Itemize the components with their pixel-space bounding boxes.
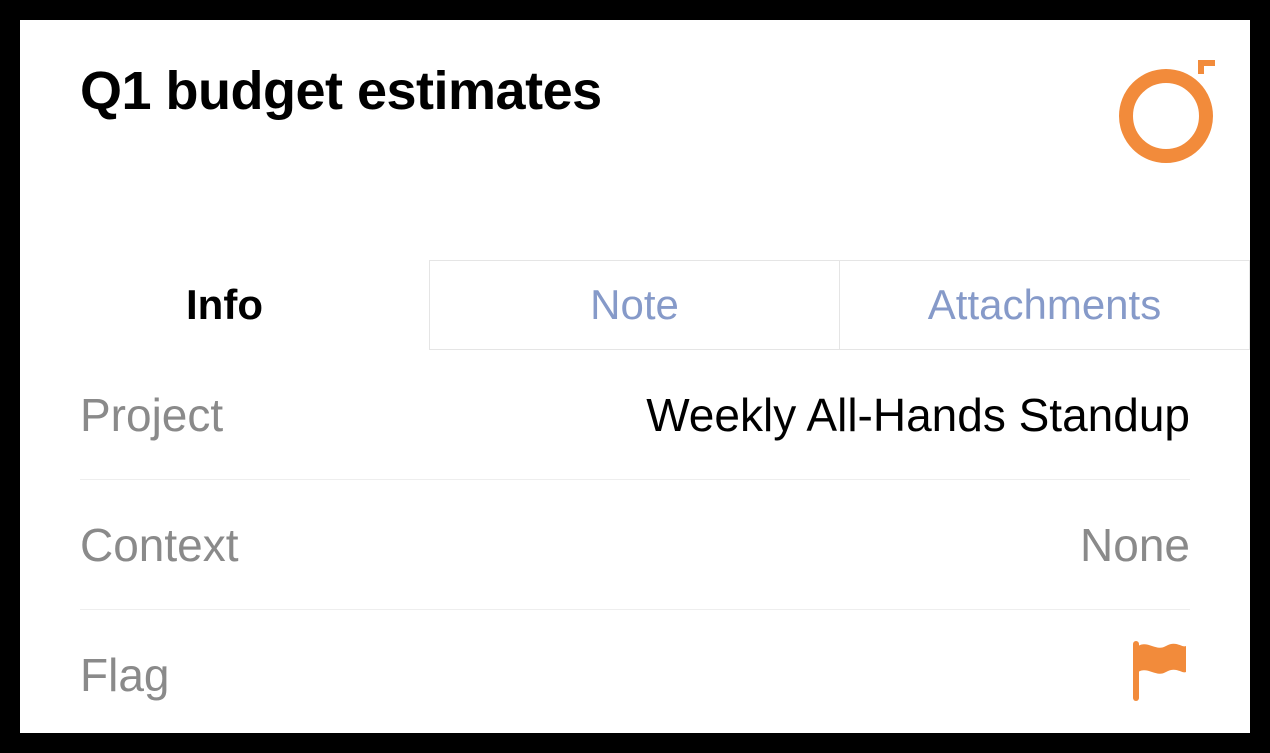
task-title[interactable]: Q1 budget estimates <box>80 60 1190 122</box>
row-context-value: None <box>1080 518 1190 572</box>
row-flag[interactable]: Flag <box>80 610 1190 733</box>
tab-info[interactable]: Info <box>20 260 429 350</box>
info-rows: Project Weekly All-Hands Standup Context… <box>20 350 1250 733</box>
task-detail-panel: Q1 budget estimates Info Note Attachment… <box>20 20 1250 733</box>
task-header: Q1 budget estimates <box>20 20 1250 260</box>
row-context-label: Context <box>80 518 239 572</box>
row-flag-label: Flag <box>80 648 169 702</box>
row-project-value: Weekly All-Hands Standup <box>646 388 1190 442</box>
detail-tabs: Info Note Attachments <box>20 260 1250 350</box>
row-flag-value <box>1126 638 1190 713</box>
completion-ring-flagged-icon[interactable] <box>1112 56 1220 164</box>
flag-icon <box>1126 638 1190 702</box>
row-project-label: Project <box>80 388 223 442</box>
tab-note[interactable]: Note <box>429 260 839 350</box>
row-project[interactable]: Project Weekly All-Hands Standup <box>80 350 1190 480</box>
tab-attachments[interactable]: Attachments <box>839 260 1250 350</box>
row-context[interactable]: Context None <box>80 480 1190 610</box>
